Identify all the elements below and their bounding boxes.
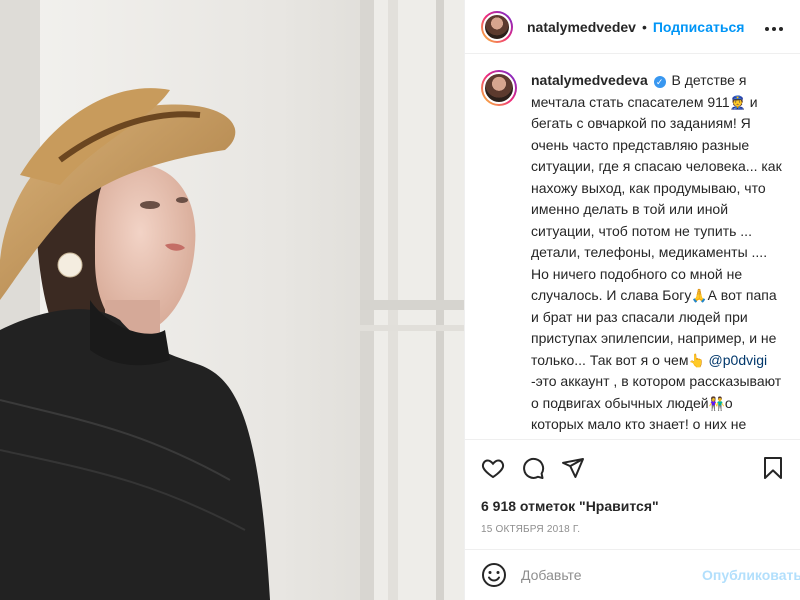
comments-area[interactable]: natalymedvedeva ✓ В детстве я мечтала ст… bbox=[465, 54, 800, 439]
more-horizontal-icon[interactable] bbox=[764, 16, 784, 37]
avatar[interactable] bbox=[481, 10, 513, 43]
point-up-emoji: 👆 bbox=[688, 352, 705, 368]
likes-count[interactable]: 6 918 отметок "Нравится" bbox=[481, 498, 784, 514]
post-modal: natalymedvedev • Подписаться natalymedve… bbox=[0, 0, 800, 600]
heart-icon[interactable] bbox=[481, 448, 521, 488]
header-username[interactable]: natalymedvedev bbox=[527, 19, 636, 35]
caption-text: natalymedvedeva ✓ В детстве я мечтала ст… bbox=[531, 70, 784, 439]
caption-text-2: и бегать с овчаркой по заданиям! Я очень… bbox=[531, 93, 782, 304]
post-actions: 6 918 отметок "Нравится" 15 октября 2018… bbox=[465, 439, 800, 549]
post-side-panel: natalymedvedev • Подписаться natalymedve… bbox=[464, 0, 800, 600]
verified-badge-icon: ✓ bbox=[653, 76, 666, 89]
caption: natalymedvedeva ✓ В детстве я мечтала ст… bbox=[481, 70, 784, 439]
action-icons bbox=[481, 448, 784, 488]
post-image[interactable] bbox=[0, 0, 464, 600]
caption-text-4: -это аккаунт , в котором рассказывают о … bbox=[531, 373, 782, 411]
post-header: natalymedvedev • Подписаться bbox=[465, 0, 800, 55]
add-comment-bar: Опубликовать bbox=[465, 549, 800, 600]
pray-emoji: 🙏 bbox=[691, 288, 708, 304]
post-photo bbox=[0, 0, 464, 600]
comment-icon[interactable] bbox=[521, 448, 561, 488]
caption-avatar[interactable] bbox=[481, 70, 517, 107]
post-date[interactable]: 15 октября 2018 г. bbox=[481, 524, 784, 535]
separator-dot: • bbox=[641, 18, 647, 35]
comment-input[interactable] bbox=[521, 567, 702, 584]
police-emoji: 👮 bbox=[729, 94, 746, 110]
smile-icon[interactable] bbox=[481, 562, 507, 588]
bookmark-icon[interactable] bbox=[744, 448, 784, 488]
mention-link[interactable]: @p0dvigi bbox=[709, 352, 768, 368]
caption-username[interactable]: natalymedvedeva bbox=[531, 72, 648, 88]
couple-emoji: 👫 bbox=[708, 395, 725, 411]
share-icon[interactable] bbox=[561, 448, 601, 488]
follow-button[interactable]: Подписаться bbox=[653, 19, 745, 35]
publish-button[interactable]: Опубликовать bbox=[702, 567, 800, 583]
